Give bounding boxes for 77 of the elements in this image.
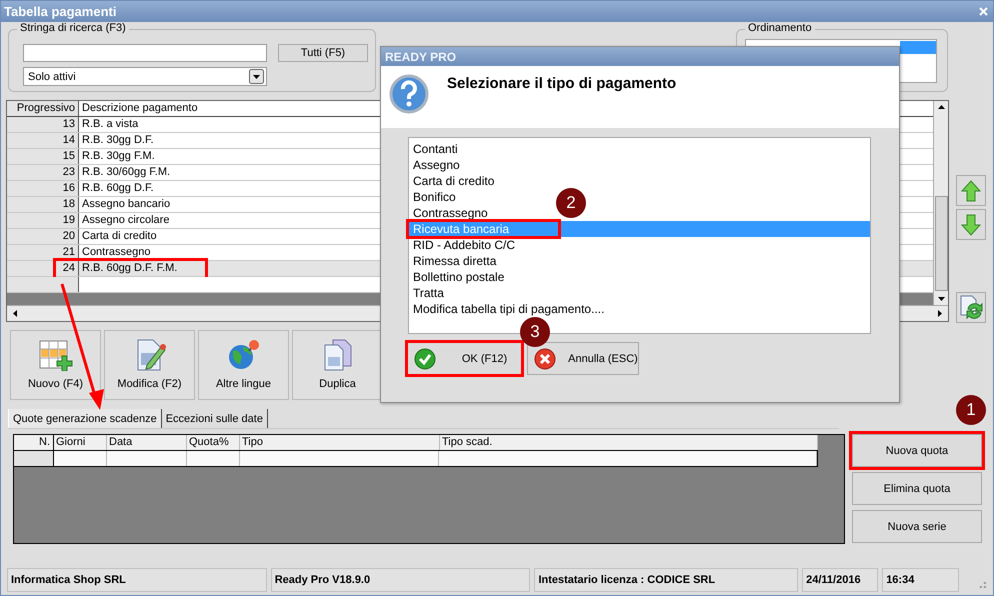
status-field: Intestatario licenza : CODICE SRL [534,568,798,592]
list-item[interactable]: Tratta [409,285,446,301]
action-button[interactable]: Nuova serie [852,510,982,543]
scroll-right-icon[interactable] [936,309,944,318]
table-cell: 20 [7,229,79,244]
list-item[interactable]: Bonifico [409,189,458,205]
table-cell: Assegno bancario [82,198,170,210]
table-cell: Assegno circolare [82,214,170,226]
list-item[interactable]: Modifica tabella tipi di pagamento.... [409,301,606,317]
status-field: Ready Pro V18.9.0 [270,568,530,592]
table-cell: R.B. a vista [82,118,138,130]
list-item[interactable]: Assegno [409,157,462,173]
move-up-button[interactable] [956,175,986,206]
list-item[interactable]: Rimessa diretta [409,253,498,269]
globe-icon [226,339,260,371]
dropdown-icon [249,69,264,84]
table-cell: Carta di credito [82,230,157,242]
vertical-scrollbar[interactable] [933,101,948,305]
list-item[interactable]: RID - Addebito C/C [409,237,518,253]
question-icon [389,74,429,114]
table-cell: 23 [7,165,79,180]
group-label: Stringa di ricerca (F3) [17,22,129,34]
table-cell: 21 [7,245,79,260]
list-item[interactable]: Contrassegno [409,205,490,221]
toolbar-button[interactable]: Modifica (F2) [104,330,195,400]
down-arrow-icon [961,214,981,236]
all-button[interactable]: Tutti (F5) [278,44,368,62]
action-button[interactable]: Elimina quota [852,472,982,505]
status-field: Informatica Shop SRL [7,568,267,592]
table-cell: 18 [7,197,79,212]
list-item[interactable]: Carta di credito [409,173,496,189]
tab[interactable]: Eccezioni sulle date [162,409,268,428]
table-cell: 16 [7,181,79,196]
dialog-button[interactable]: OK (F12) [407,342,522,375]
action-button[interactable]: Nuova quota [852,434,982,467]
column-header[interactable]: Giorni [54,435,107,450]
column-header[interactable]: Data [107,435,187,450]
cancel-icon [534,348,556,370]
toolbar-button[interactable]: Altre lingue [198,330,289,400]
toolbar-button[interactable]: Duplica [292,330,383,400]
group-label: Ordinamento [745,22,815,34]
list-item[interactable]: Contanti [409,141,460,157]
dialog-title: READY PRO [385,50,456,64]
table-cell: R.B. 60gg D.F. [82,182,154,194]
status-field: 24/11/2016 [802,568,878,592]
move-down-button[interactable] [956,209,986,240]
table-add-icon [38,339,72,371]
filter-dropdown[interactable]: Solo attivi [23,67,267,86]
column-header[interactable]: Quota% [187,435,240,450]
dialog-button[interactable]: Annulla (ESC) [527,342,639,375]
window-title: Tabella pagamenti [4,4,116,19]
column-header[interactable]: Tipo [240,435,440,450]
check-icon [414,348,436,370]
table-cell: R.B. 30gg D.F. [82,134,154,146]
table-cell: 15 [7,149,79,164]
close-icon[interactable] [979,7,988,16]
table-cell: 13 [7,117,79,132]
table-cell: 14 [7,133,79,148]
column-header[interactable]: N. [14,435,54,450]
table-cell: Contrassegno [82,246,150,258]
scroll-left-icon[interactable] [11,309,19,318]
empty-row[interactable] [14,451,818,467]
table-cell: R.B. 30/60gg F.M. [82,166,170,178]
toolbar-button[interactable]: Nuovo (F4) [10,330,101,400]
table-cell: R.B. 60gg D.F. F.M. [82,262,178,274]
table-cell: R.B. 30gg F.M. [82,150,155,162]
refresh-button[interactable] [956,292,986,323]
status-field: 16:34 [882,568,960,592]
table-cell: 19 [7,213,79,228]
column-header[interactable]: Progressivo [7,101,79,116]
up-arrow-icon [961,180,981,202]
tab[interactable]: Quote generazione scadenze [8,409,162,428]
column-header[interactable]: Tipo scad. [440,435,818,450]
search-field[interactable] [23,44,267,62]
document-refresh-icon [959,294,983,320]
dialog-prompt: Selezionare il tipo di pagamento [447,75,676,94]
list-item[interactable]: Bollettino postale [409,269,506,285]
